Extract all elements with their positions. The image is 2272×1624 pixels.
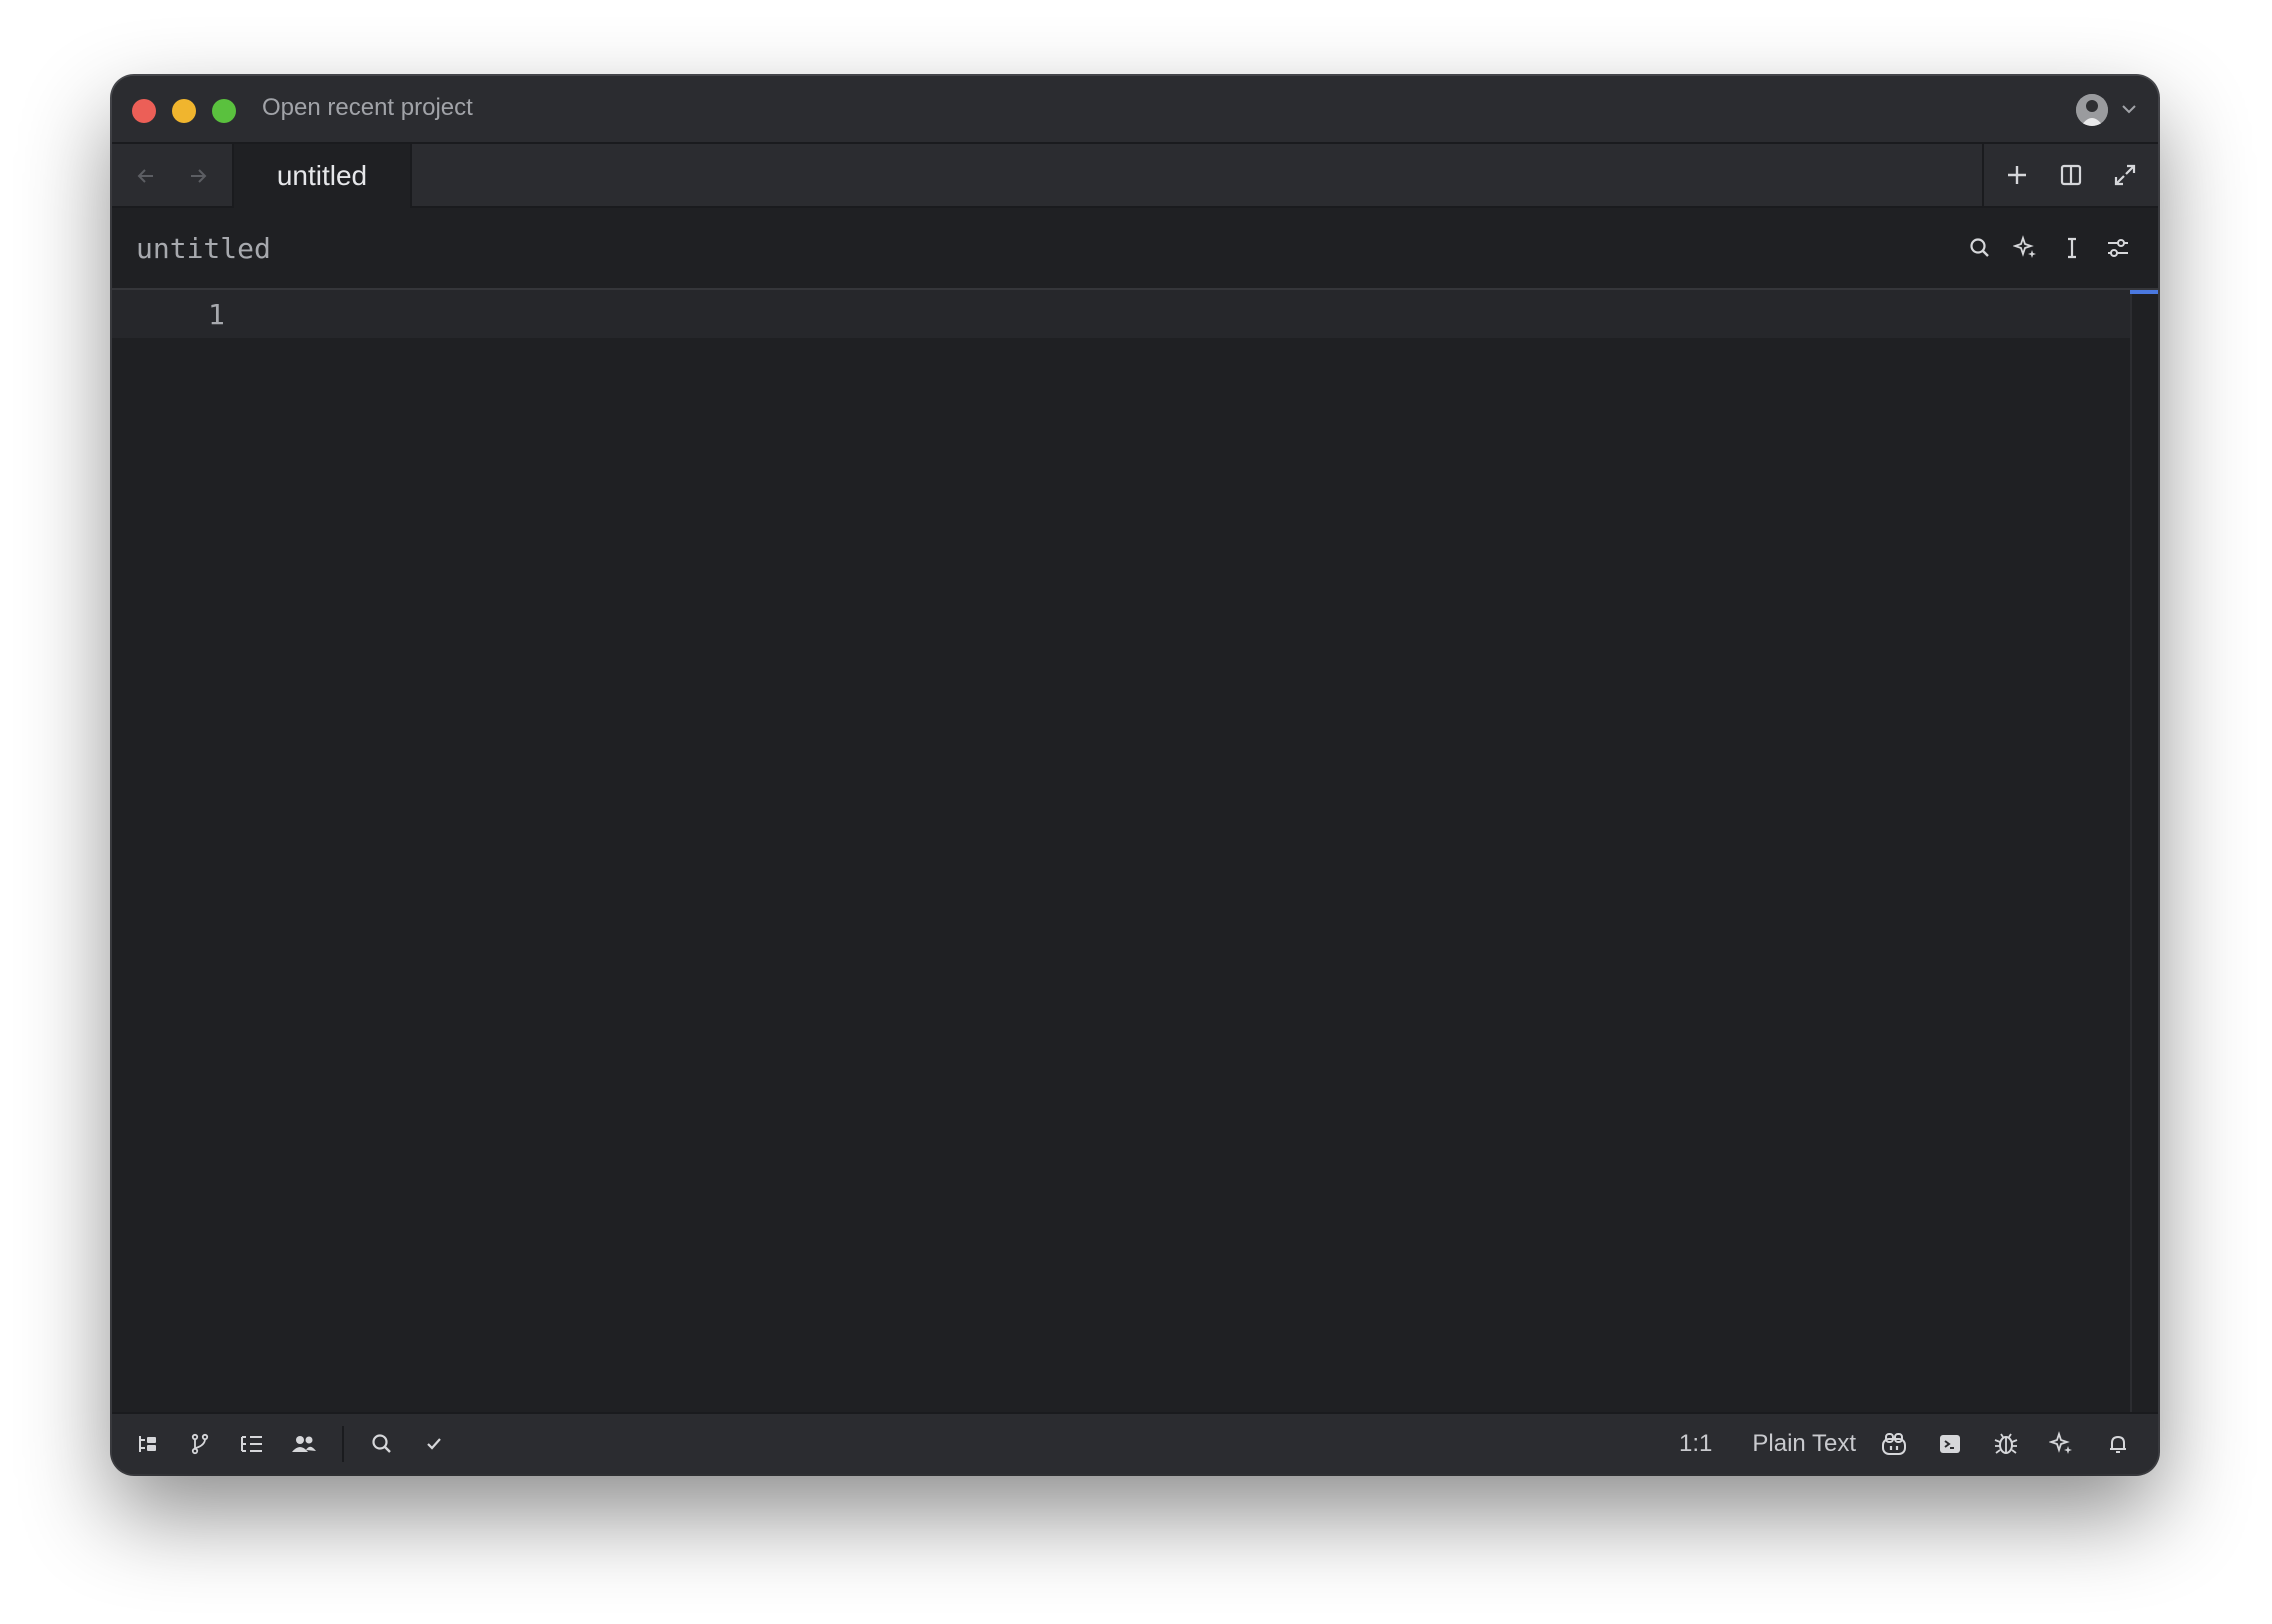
collab-icon[interactable] [286,1426,322,1462]
debug-icon[interactable] [1988,1426,2024,1462]
assistant-icon[interactable] [2044,1426,2080,1462]
window-title[interactable]: Open recent project [262,94,473,122]
git-branch-icon[interactable] [182,1426,218,1462]
minimize-window-button[interactable] [172,99,196,123]
editor-window: Open recent project untitled untitled 1 … [112,76,2158,1474]
split-pane-icon[interactable] [2053,157,2089,193]
cursor-position[interactable]: 1:1 [1679,1430,1712,1458]
scrollbar-cursor-marker [2130,290,2158,294]
tab-bar: untitled [112,144,2158,208]
title-bar: Open recent project [112,76,2158,144]
file-name: untitled [136,232,271,265]
tab-actions [1982,144,2158,206]
tab-untitled[interactable]: untitled [232,144,412,208]
chevron-down-icon[interactable] [2120,100,2138,118]
editor-toolbar [1962,230,2136,266]
language-selector[interactable]: Plain Text [1752,1430,1856,1458]
plus-icon[interactable] [1999,157,2035,193]
outline-icon[interactable] [234,1426,270,1462]
search-icon[interactable] [364,1426,400,1462]
active-line-highlight [112,290,2130,338]
vertical-scrollbar[interactable] [2130,290,2158,1412]
project-panel-icon[interactable] [130,1426,166,1462]
status-bar-left [130,1426,452,1462]
avatar[interactable] [2076,94,2108,126]
sparkle-icon[interactable] [2008,230,2044,266]
text-cursor-icon[interactable] [2054,230,2090,266]
status-bar-right: 1:1 Plain Text [1679,1426,2136,1462]
editor-area[interactable]: 1 [112,290,2130,1412]
line-number: 1 [208,298,225,331]
terminal-icon[interactable] [1932,1426,1968,1462]
search-icon[interactable] [1962,230,1998,266]
bell-icon[interactable] [2100,1426,2136,1462]
arrow-left-icon[interactable] [130,160,162,192]
close-window-button[interactable] [132,99,156,123]
expand-icon[interactable] [2107,157,2143,193]
arrow-right-icon[interactable] [182,160,214,192]
settings-sliders-icon[interactable] [2100,230,2136,266]
status-bar: 1:1 Plain Text [112,1412,2158,1474]
check-icon[interactable] [416,1426,452,1462]
status-separator [342,1426,344,1462]
maximize-window-button[interactable] [212,99,236,123]
copilot-icon[interactable] [1876,1426,1912,1462]
breadcrumb: untitled [112,208,2158,290]
